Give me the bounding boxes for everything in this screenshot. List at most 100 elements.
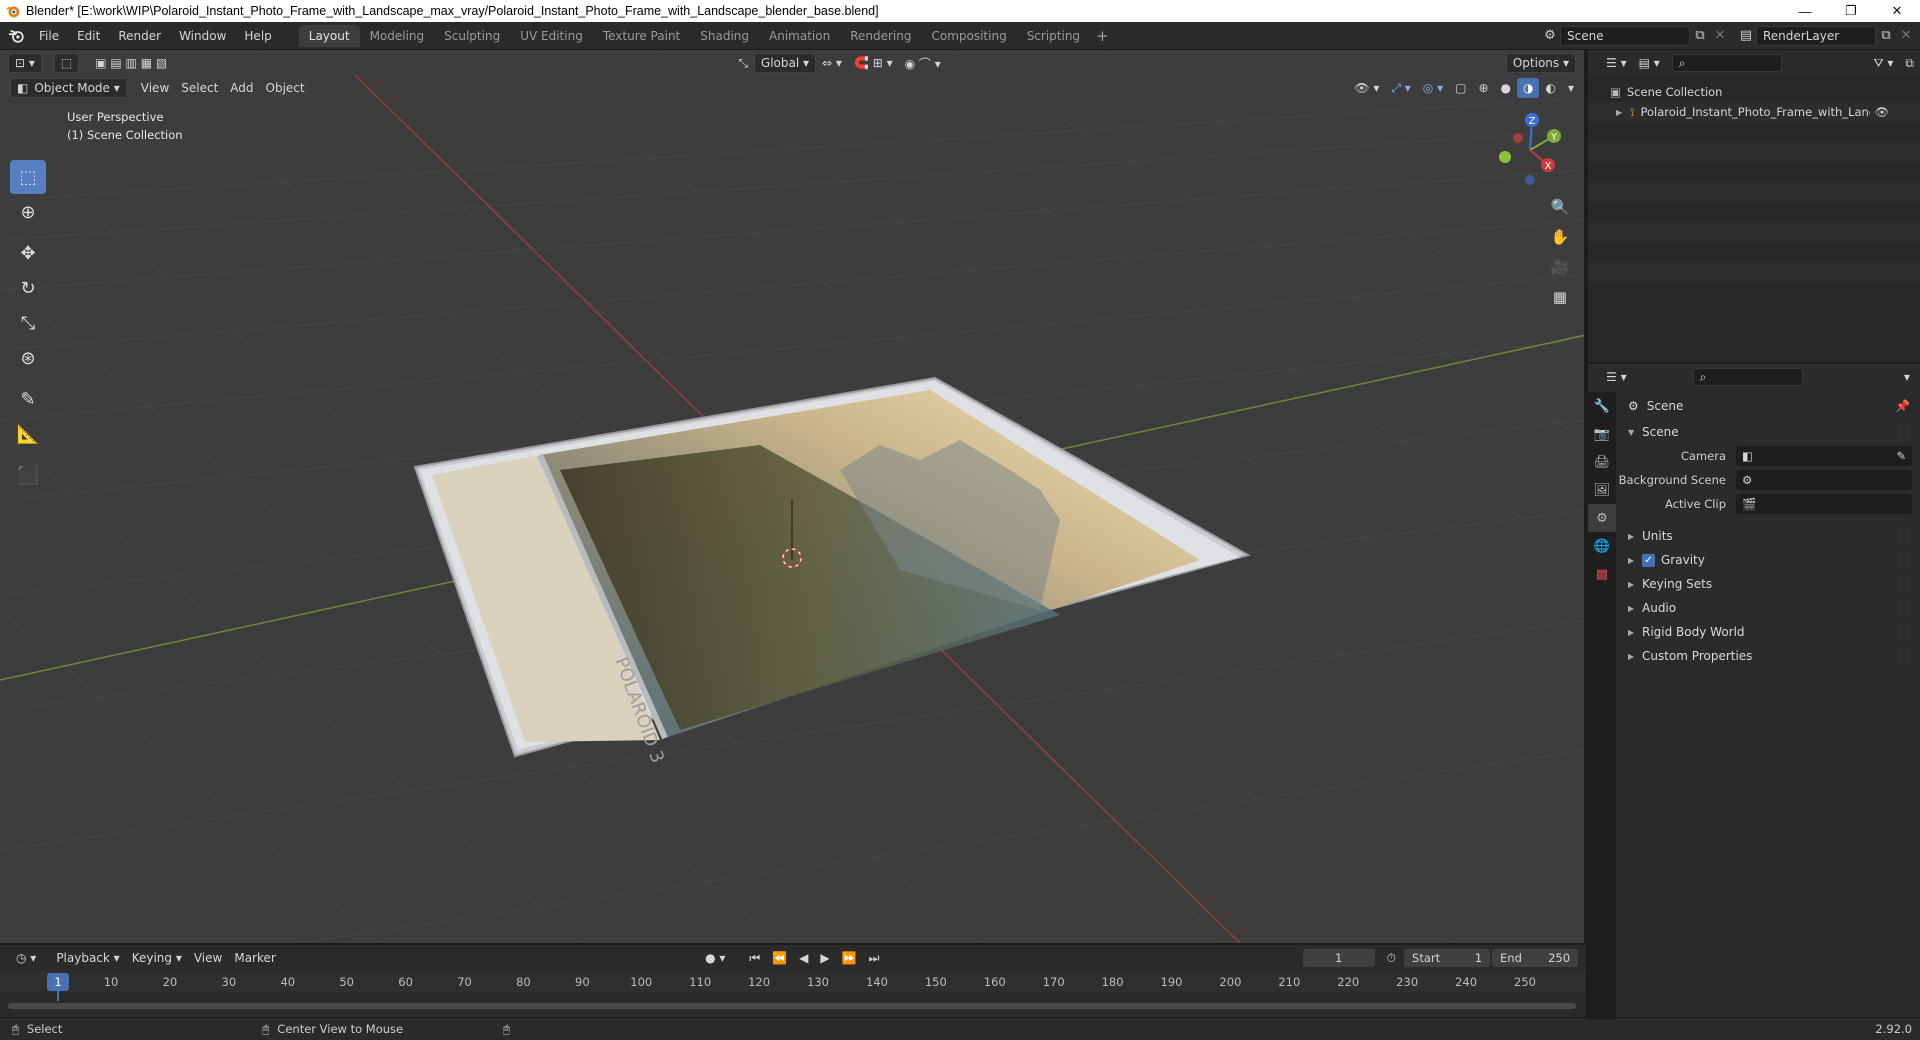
viewport-menu-select[interactable]: Select: [175, 78, 224, 98]
tab-sculpting[interactable]: Sculpting: [434, 25, 510, 47]
rotate-tool[interactable]: ↻: [10, 271, 46, 305]
jump-start-icon[interactable]: ⏮: [743, 948, 766, 968]
timeline-scrollbar[interactable]: [8, 1003, 1576, 1009]
outliner-editor-type-icon[interactable]: ☰ ▾: [1600, 53, 1633, 73]
add-cube-tool[interactable]: ⬛: [10, 458, 46, 492]
gravity-checkbox[interactable]: ✓: [1642, 553, 1655, 567]
delete-scene-icon[interactable]: ✕: [1710, 26, 1730, 46]
display-mode-icon[interactable]: ▤ ▾: [1633, 53, 1666, 73]
menu-help[interactable]: Help: [235, 25, 280, 47]
menu-edit[interactable]: Edit: [68, 25, 109, 47]
menu-window[interactable]: Window: [170, 25, 235, 47]
drag-handle-icon[interactable]: ⋮⋮: [1894, 627, 1913, 638]
units-panel[interactable]: ▶ Units ⋮⋮: [1618, 524, 1920, 548]
visibility-icon[interactable]: 👁 ▾: [1348, 78, 1385, 98]
transform-tool[interactable]: ⊛: [10, 341, 46, 375]
maximize-button[interactable]: ❐: [1828, 0, 1874, 22]
camera-view-icon[interactable]: 🎥: [1547, 254, 1573, 280]
snap-icon[interactable]: 🧲 ⊞ ▾: [848, 53, 899, 73]
properties-editor-type-icon[interactable]: ☰ ▾: [1600, 367, 1633, 387]
next-keyframe-icon[interactable]: ⏩: [836, 948, 863, 968]
viewport-menu-object[interactable]: Object: [260, 78, 311, 98]
selection-mode-icons[interactable]: ▣ ▤ ▥ ▦ ▧: [89, 53, 173, 73]
new-view-layer-icon[interactable]: ⧉: [1876, 26, 1896, 46]
output-tab-icon[interactable]: 🖨: [1588, 448, 1616, 476]
prev-keyframe-icon[interactable]: ⏪: [766, 948, 793, 968]
scene-panel-header[interactable]: ▼ Scene ⋮⋮: [1618, 420, 1920, 444]
play-reverse-icon[interactable]: ◀: [793, 948, 814, 968]
tab-rendering[interactable]: Rendering: [840, 25, 921, 47]
filter-icon[interactable]: ⛛ ▾: [1868, 53, 1900, 73]
cursor-tool[interactable]: ⊕: [10, 195, 46, 229]
shading-rendered-icon[interactable]: ◐: [1539, 78, 1561, 98]
rigid-body-world-panel[interactable]: ▶ Rigid Body World ⋮⋮: [1618, 620, 1920, 644]
tab-layout[interactable]: Layout: [298, 24, 360, 47]
minimize-button[interactable]: —: [1782, 0, 1828, 22]
outliner[interactable]: ☰ ▾ ▤ ▾ ⌕ ⛛ ▾ ⧉ ▣ Scene Collection ▶ ⟟ P…: [1588, 50, 1920, 362]
shading-material-icon[interactable]: ◑: [1517, 78, 1540, 98]
custom-properties-panel[interactable]: ▶ Custom Properties ⋮⋮: [1618, 644, 1920, 668]
shading-wireframe-icon[interactable]: ⊕: [1472, 78, 1494, 98]
zoom-icon[interactable]: 🔍: [1547, 194, 1573, 220]
pan-hand-icon[interactable]: ✋: [1547, 224, 1573, 250]
drag-handle-icon[interactable]: ⋮⋮: [1894, 531, 1913, 542]
current-frame-indicator[interactable]: 1: [47, 973, 69, 991]
tab-texture-paint[interactable]: Texture Paint: [593, 25, 690, 47]
keying-sets-panel[interactable]: ▶ Keying Sets ⋮⋮: [1618, 572, 1920, 596]
properties-search-input[interactable]: ⌕: [1692, 368, 1803, 386]
drag-handle-icon[interactable]: ⋮⋮: [1894, 555, 1913, 566]
shading-options-icon[interactable]: ▾: [1562, 78, 1580, 98]
perspective-toggle-icon[interactable]: ▦: [1547, 284, 1573, 310]
timeline-menu-playback[interactable]: Playback ▾: [50, 948, 125, 968]
move-tool[interactable]: ✥: [10, 236, 46, 270]
expand-arrow-icon[interactable]: ▶: [1616, 108, 1622, 117]
background-scene-field[interactable]: ⚙: [1736, 470, 1912, 490]
view-layer-tab-icon[interactable]: 🖼: [1588, 476, 1616, 504]
delete-view-layer-icon[interactable]: ✕: [1896, 26, 1916, 46]
viewport-menu-add[interactable]: Add: [224, 78, 259, 98]
view-layer-icon[interactable]: ▤: [1736, 26, 1756, 46]
tab-shading[interactable]: Shading: [690, 25, 759, 47]
play-icon[interactable]: ▶: [814, 948, 835, 968]
xray-icon[interactable]: ▢: [1449, 78, 1472, 98]
select-mode-button[interactable]: ⬚: [53, 53, 80, 73]
menu-render[interactable]: Render: [109, 25, 170, 47]
start-frame-field[interactable]: Start 1: [1404, 949, 1491, 967]
add-workspace-button[interactable]: +: [1090, 27, 1115, 45]
jump-end-icon[interactable]: ⏭: [863, 948, 886, 968]
close-button[interactable]: ✕: [1874, 0, 1920, 22]
proportional-edit-icon[interactable]: ◉ ⌒ ▾: [899, 53, 947, 73]
measure-tool[interactable]: 📐: [10, 417, 46, 451]
mode-dropdown[interactable]: ◧ Object Mode ▾: [10, 78, 127, 98]
tab-animation[interactable]: Animation: [759, 25, 840, 47]
camera-field[interactable]: ◧ ✎: [1736, 446, 1912, 466]
3d-viewport[interactable]: POLAROID 3 ⊡ ▾ ⬚ ▣ ▤ ▥ ▦ ▧ ⤡ Global ▾ ⇔ …: [0, 50, 1586, 943]
viewport-canvas[interactable]: POLAROID 3: [0, 50, 1586, 943]
scene-selector[interactable]: Scene: [1560, 25, 1690, 46]
tab-scripting[interactable]: Scripting: [1017, 25, 1090, 47]
navigation-gizmo[interactable]: Z Y X: [1490, 110, 1570, 190]
world-tab-icon[interactable]: 🌐: [1588, 532, 1616, 560]
active-clip-field[interactable]: 🎬: [1736, 494, 1912, 514]
select-box-tool[interactable]: ⬚: [10, 160, 46, 194]
outliner-row-object[interactable]: ▶ ⟟ Polaroid_Instant_Photo_Frame_with_La…: [1588, 102, 1920, 122]
preview-range-icon[interactable]: ⏱: [1381, 948, 1402, 968]
gizmo-toggle-icon[interactable]: ⤢ ▾: [1385, 78, 1416, 98]
drag-handle-icon[interactable]: ⋮⋮: [1894, 427, 1913, 438]
properties-options-icon[interactable]: ▾: [1898, 367, 1916, 387]
shading-solid-icon[interactable]: ●: [1495, 78, 1517, 98]
pin-icon[interactable]: 📌: [1895, 399, 1910, 413]
properties-editor[interactable]: ☰ ▾ ⌕ ▾ 🔧 📷 🖨 🖼 ⚙ 🌐 ▩ ⚙ Scene 📌 ▼ Scene …: [1588, 362, 1920, 1019]
transform-orientation-dropdown[interactable]: Global ▾: [753, 53, 817, 73]
scene-tab-icon[interactable]: ⚙: [1588, 504, 1616, 532]
drag-handle-icon[interactable]: ⋮⋮: [1894, 603, 1913, 614]
editor-type-button[interactable]: ⊡ ▾: [8, 53, 42, 73]
audio-panel[interactable]: ▶ Audio ⋮⋮: [1618, 596, 1920, 620]
timeline-menu-keying[interactable]: Keying ▾: [126, 948, 188, 968]
texture-tab-icon[interactable]: ▩: [1588, 560, 1616, 588]
outliner-search-input[interactable]: ⌕: [1671, 54, 1782, 72]
blender-menu-icon[interactable]: [4, 25, 30, 47]
annotate-tool[interactable]: ✎: [10, 382, 46, 416]
view-layer-selector[interactable]: RenderLayer: [1756, 25, 1876, 46]
tab-modeling[interactable]: Modeling: [360, 25, 435, 47]
